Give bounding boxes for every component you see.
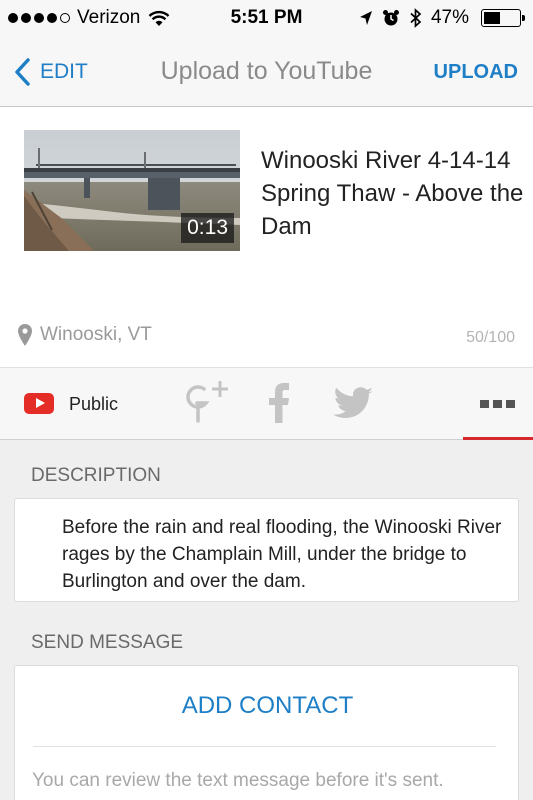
location-pin-icon — [18, 324, 32, 346]
divider — [33, 746, 496, 747]
facebook-icon[interactable] — [268, 383, 290, 423]
privacy-setting[interactable]: Public — [69, 394, 118, 415]
status-bar: Verizon 5:51 PM 47% — [0, 0, 533, 36]
description-header: DESCRIPTION — [31, 465, 161, 486]
battery-level — [484, 12, 500, 24]
video-duration: 0:13 — [181, 213, 234, 243]
form-content: DESCRIPTION Before the rain and real flo… — [0, 440, 533, 800]
video-details: 0:13 Winooski River 4-14-14 Spring Thaw … — [0, 107, 533, 367]
alarm-clock-icon — [382, 10, 399, 26]
location-field[interactable]: Winooski, VT — [18, 324, 152, 346]
send-message-header: SEND MESSAGE — [31, 632, 184, 653]
twitter-icon[interactable] — [333, 387, 373, 421]
description-card[interactable]: Before the rain and real flooding, the W… — [14, 498, 519, 602]
share-bar: Public — [0, 367, 533, 440]
character-count: 50/100 — [466, 329, 515, 346]
video-title[interactable]: Winooski River 4-14-14 Spring Thaw - Abo… — [261, 144, 531, 243]
nav-bar: EDIT Upload to YouTube UPLOAD — [0, 36, 533, 107]
battery-percent: 47% — [430, 7, 469, 28]
bluetooth-icon — [410, 8, 422, 28]
location-text: Winooski, VT — [40, 324, 152, 345]
more-icon[interactable] — [480, 400, 515, 408]
youtube-icon[interactable] — [24, 393, 54, 414]
video-thumbnail[interactable]: 0:13 — [24, 130, 240, 251]
add-contact-button[interactable]: ADD CONTACT — [15, 692, 520, 720]
description-text[interactable]: Before the rain and real flooding, the W… — [62, 514, 512, 595]
review-note: You can review the text message before i… — [32, 770, 444, 791]
location-arrow-icon — [359, 11, 372, 25]
battery-icon — [481, 9, 525, 27]
google-plus-icon[interactable] — [184, 379, 228, 425]
status-right: 47% — [359, 7, 525, 29]
upload-button[interactable]: UPLOAD — [434, 61, 518, 84]
send-message-card: ADD CONTACT You can review the text mess… — [14, 665, 519, 800]
